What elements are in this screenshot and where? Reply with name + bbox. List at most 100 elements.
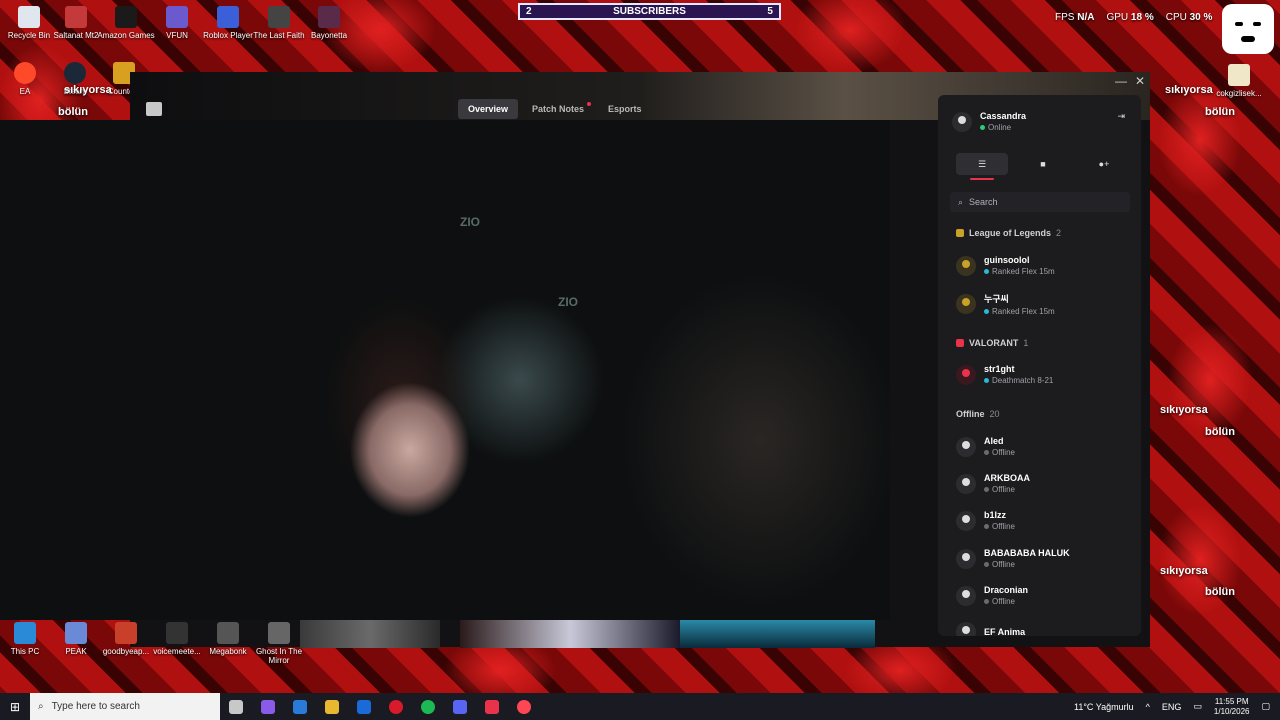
chair-logo-text: ZIO <box>460 215 480 229</box>
this-pc-icon[interactable]: This PC <box>0 622 54 656</box>
profile-header[interactable]: Cassandra Online <box>952 111 1026 132</box>
fps-label: FPS <box>1055 12 1075 23</box>
wallpaper-text: sıkıyorsa <box>1160 565 1208 577</box>
taskbar: ⊞ ⌕ Type here to search 11°C Yağmurlu ^ … <box>0 693 1280 720</box>
group-league-of-legends[interactable]: League of Legends 2 <box>956 228 1061 238</box>
chat-icon: ■ <box>1040 159 1046 169</box>
friend-row[interactable]: Aled Offline <box>956 436 1015 457</box>
avatar <box>956 548 976 569</box>
avatar <box>956 585 976 606</box>
home-icon[interactable] <box>146 102 162 116</box>
bayonetta-icon[interactable]: Bayonetta <box>300 6 358 40</box>
friends-search-input[interactable]: ⌕ Search <box>950 192 1130 212</box>
system-tray: 11°C Yağmurlu ^ ENG ▭ 11:55 PM 1/10/2026… <box>1074 693 1280 720</box>
volume-icon[interactable]: ▭ <box>1193 701 1202 712</box>
avatar <box>956 255 976 276</box>
vfun-icon[interactable]: VFUN <box>148 6 206 40</box>
gpu-value: 18 % <box>1130 12 1154 23</box>
wallpaper-text: sıkıyorsa <box>1165 84 1213 96</box>
friend-row[interactable]: EF Anima <box>956 622 1025 636</box>
offline-status-icon <box>984 562 989 567</box>
file-explorer-icon[interactable] <box>325 699 339 714</box>
amazon-games-icon[interactable]: Amazon Games <box>97 6 155 40</box>
avatar <box>956 364 976 385</box>
meme-face-icon <box>1222 4 1274 54</box>
friend-row[interactable]: BABABABA HALUK Offline <box>956 548 1070 569</box>
copilot-icon[interactable] <box>261 699 275 714</box>
valorant-icon[interactable] <box>517 699 531 714</box>
discord-icon[interactable] <box>453 699 467 714</box>
tab-patch-notes[interactable]: Patch Notes <box>522 99 594 119</box>
friend-row[interactable]: guinsoolol Ranked Flex 15m <box>956 255 1055 276</box>
hidden-folder-icon[interactable]: cokgizlisek... <box>1210 64 1268 98</box>
weather-widget[interactable]: 11°C Yağmurlu <box>1074 702 1134 712</box>
windows-start-icon[interactable]: ⊞ <box>0 693 30 720</box>
minimize-icon[interactable]: — <box>1115 74 1127 88</box>
messages-tab[interactable]: ■ <box>1017 153 1069 175</box>
subscribers-goal-bar: 2 SUBSCRIBERS 5 <box>518 3 781 20</box>
task-view-icon[interactable] <box>229 699 243 714</box>
clock[interactable]: 11:55 PM 1/10/2026 <box>1214 697 1250 717</box>
offline-status-icon <box>984 599 989 604</box>
video-thumbnail-strip <box>300 620 440 648</box>
friend-row[interactable]: str1ght Deathmatch 8-21 <box>956 364 1053 385</box>
gpu-label: GPU <box>1106 12 1129 23</box>
wallpaper-text: bölün <box>1205 426 1235 438</box>
league-icon <box>956 229 964 237</box>
client-tabs: Overview Patch Notes Esports <box>458 99 652 119</box>
tab-overview[interactable]: Overview <box>458 99 519 119</box>
riot-icon[interactable] <box>485 699 499 714</box>
goodbye-icon[interactable]: goodbyeap... <box>97 622 155 656</box>
avatar <box>956 436 976 457</box>
in-game-icon <box>984 269 989 274</box>
friend-row[interactable]: ARKBOAA Offline <box>956 473 1030 494</box>
outlook-icon[interactable] <box>357 699 371 714</box>
avatar <box>956 510 976 531</box>
close-icon[interactable]: ✕ <box>1135 74 1145 88</box>
friend-row[interactable]: 누구씨 Ranked Flex 15m <box>956 292 1055 316</box>
friends-panel: Cassandra Online ⇥ ☰ ■ ●+ ⌕ Search Leagu… <box>938 95 1141 636</box>
panel-tabs: ☰ ■ ●+ <box>956 153 1130 175</box>
add-friend-icon: ●+ <box>1098 159 1110 169</box>
opera-icon[interactable] <box>389 699 403 714</box>
list-icon: ☰ <box>977 158 987 169</box>
store-icon[interactable] <box>293 699 307 714</box>
voicemeeter-icon[interactable]: voicemeete... <box>148 622 206 656</box>
active-tab-indicator <box>970 178 994 180</box>
collapse-panel-icon[interactable]: ⇥ <box>1117 111 1125 122</box>
webcam-video: ZIO ZIO <box>0 120 890 620</box>
video-thumbnail-strip <box>680 620 875 648</box>
avatar <box>956 473 976 494</box>
online-status-icon <box>980 125 985 130</box>
language-indicator[interactable]: ENG <box>1162 702 1182 712</box>
notifications-icon[interactable]: ▢ <box>1261 701 1270 712</box>
tray-chevron-icon[interactable]: ^ <box>1146 702 1150 712</box>
performance-stats: FPS N/A GPU 18 % CPU 30 % <box>1055 12 1212 23</box>
spotify-icon[interactable] <box>421 699 435 714</box>
roblox-icon[interactable]: Roblox Player <box>199 6 257 40</box>
wallpaper-text: bölün <box>1205 106 1235 118</box>
friend-row[interactable]: b1lzz Offline <box>956 510 1015 531</box>
subs-right-value: 5 <box>767 6 773 17</box>
group-valorant[interactable]: VALORANT 1 <box>956 338 1028 348</box>
add-friend-tab[interactable]: ●+ <box>1078 153 1130 175</box>
friends-list-tab[interactable]: ☰ <box>956 153 1008 175</box>
megabonk-icon[interactable]: Megabonk <box>199 622 257 656</box>
chair-logo-text: ZIO <box>558 295 578 309</box>
taskbar-search-input[interactable]: ⌕ Type here to search <box>30 693 220 720</box>
friend-row[interactable]: Draconian Offline <box>956 585 1028 606</box>
tab-esports[interactable]: Esports <box>598 99 652 119</box>
avatar <box>956 294 976 314</box>
profile-status: Online <box>988 123 1012 132</box>
subs-left-value: 2 <box>526 6 532 17</box>
wallpaper-text: sıkıyorsa <box>64 84 112 96</box>
notification-dot <box>587 102 592 106</box>
offline-status-icon <box>984 524 989 529</box>
group-offline[interactable]: Offline 20 <box>956 409 1000 419</box>
fps-value: N/A <box>1077 12 1095 23</box>
in-game-icon <box>984 378 989 383</box>
in-game-icon <box>984 309 989 314</box>
video-thumbnail-strip <box>460 620 680 648</box>
cpu-label: CPU <box>1165 12 1187 23</box>
wallpaper-text: bölün <box>58 106 88 118</box>
